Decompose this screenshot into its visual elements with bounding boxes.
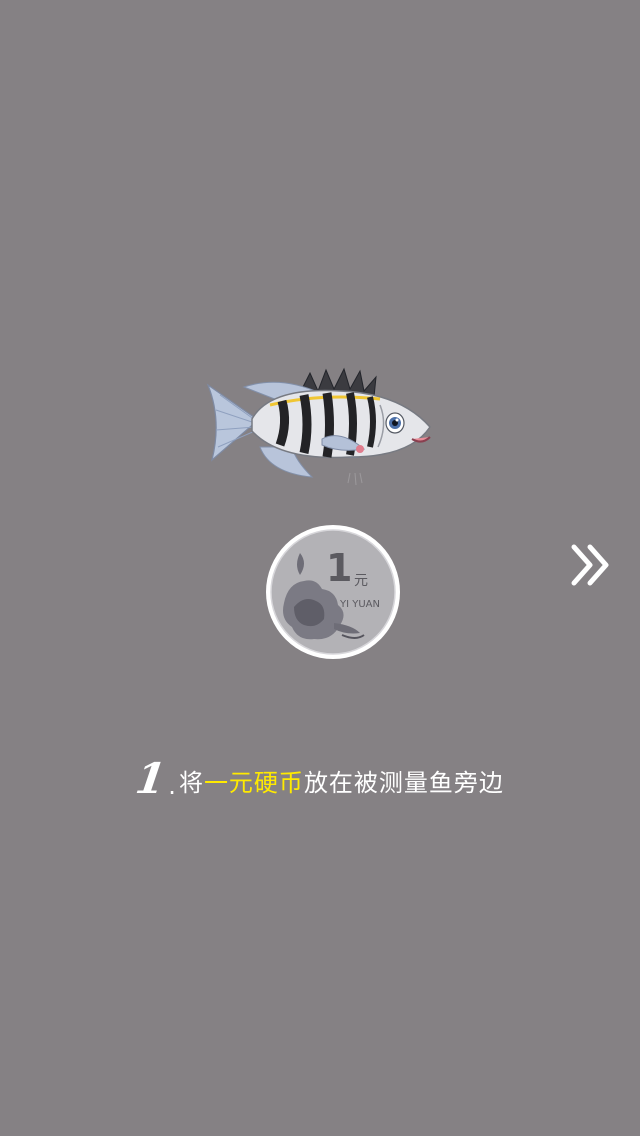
instruction-text-before: 将	[178, 769, 204, 797]
instruction-highlight: 一元硬币	[203, 769, 304, 797]
one-yuan-coin-icon: 1 元 YI YUAN	[266, 525, 400, 659]
step-dot: .	[168, 772, 177, 800]
coin-unit: 元	[354, 573, 368, 589]
step-number: 1	[132, 754, 170, 803]
next-button[interactable]	[566, 540, 616, 590]
double-chevron-right-icon	[571, 544, 609, 586]
coin-pinyin: YI YUAN	[339, 599, 380, 610]
tutorial-screen: 1 元 YI YUAN 1 . 将 一元硬币 放在被测量鱼旁边	[0, 0, 640, 1136]
step-instruction: 1 . 将 一元硬币 放在被测量鱼旁边	[0, 740, 640, 803]
coin-value: 1	[326, 546, 352, 590]
fish-illustration	[206, 367, 431, 486]
instruction-text-after: 放在被测量鱼旁边	[303, 769, 504, 797]
